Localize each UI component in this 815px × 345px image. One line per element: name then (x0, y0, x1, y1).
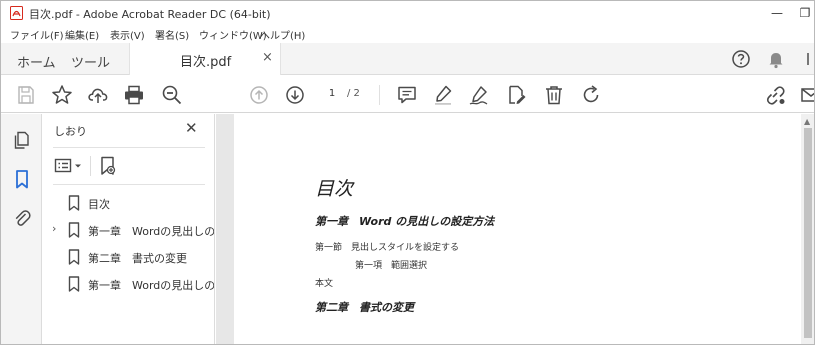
tab-document[interactable]: 目次.pdf × (129, 43, 281, 75)
document-heading: 目次 (315, 178, 354, 200)
navigation-rail (1, 114, 42, 344)
save-icon[interactable] (14, 83, 38, 107)
tab-close-button[interactable]: × (262, 50, 273, 65)
bookmark-icon (68, 249, 80, 265)
panel-close-button[interactable]: ✕ (185, 119, 198, 137)
vertical-scrollbar[interactable]: ▲ (801, 114, 814, 344)
rotate-icon[interactable] (579, 83, 603, 107)
menu-help[interactable]: ヘルプ(H) (260, 27, 305, 42)
bookmarks-panel-title: しおり (54, 125, 87, 138)
page-number-input[interactable]: 1 (319, 84, 345, 104)
mail-icon[interactable] (799, 83, 815, 107)
draw-freeform-icon[interactable] (467, 83, 491, 107)
menu-edit[interactable]: 編集(E) (65, 27, 99, 42)
bookmark-label: 第二章 書式の変更 (88, 252, 187, 265)
overflow-edge-icon (807, 53, 809, 65)
document-viewer[interactable]: 目次 第一章 Word の見出しの設定方法 第一節 見出しスタイルを設定する 第… (216, 114, 801, 344)
bookmark-item[interactable]: 目次 (43, 190, 214, 216)
help-icon[interactable] (730, 48, 752, 70)
bookmark-label: 第一章 Wordの見出しの設 (88, 279, 215, 292)
pdf-page[interactable]: 目次 第一章 Word の見出しの設定方法 第一節 見出しスタイルを設定する 第… (234, 114, 801, 344)
highlight-pen-icon[interactable] (431, 83, 455, 107)
bookmarks-panel: しおり ✕ 目次 › 第一章 Wordの見出しの設 第二章 書式の変更 第一章 … (43, 114, 215, 344)
title-bar: 目次.pdf - Adobe Acrobat Reader DC (64-bit… (1, 1, 814, 25)
bookmark-item[interactable]: › 第一章 Wordの見出しの設 (43, 217, 215, 243)
document-subsection-line: 第一項 範囲選択 (355, 261, 428, 271)
new-bookmark-icon[interactable] (98, 155, 118, 177)
toolbar-divider (379, 85, 380, 105)
cloud-upload-icon[interactable] (86, 83, 110, 107)
bookmark-icon (68, 276, 80, 292)
document-chapter-line: 第一章 Word の見出しの設定方法 (315, 215, 495, 228)
zoom-out-icon[interactable] (160, 83, 184, 107)
bookmark-star-icon[interactable] (50, 83, 74, 107)
panel-divider (53, 184, 205, 185)
document-section-line: 第一節 見出しスタイルを設定する (315, 243, 460, 253)
scrollbar-thumb[interactable] (804, 128, 812, 338)
page-thumbnails-icon[interactable] (11, 129, 33, 151)
notification-bell-icon[interactable] (765, 48, 787, 70)
panel-divider (53, 147, 205, 148)
bookmark-options-icon[interactable] (54, 155, 84, 177)
bookmark-label: 目次 (88, 198, 110, 211)
bookmark-item[interactable]: 第一章 Wordの見出しの設 (43, 271, 215, 297)
menu-window[interactable]: ウィンドウ(W) (199, 27, 267, 42)
menu-file[interactable]: ファイル(F) (10, 27, 64, 42)
previous-page-icon[interactable] (247, 83, 271, 107)
main-toolbar: 1 / 2 (1, 76, 815, 113)
bookmark-icon (68, 195, 80, 211)
panel-toolbar-divider (90, 156, 91, 176)
bookmarks-icon[interactable] (11, 168, 33, 190)
tab-tools[interactable]: ツール (71, 52, 110, 71)
delete-icon[interactable] (542, 83, 566, 107)
acrobat-window: 目次.pdf - Adobe Acrobat Reader DC (64-bit… (0, 0, 815, 345)
fill-sign-icon[interactable] (504, 83, 528, 107)
bookmark-item[interactable]: 第二章 書式の変更 (43, 244, 214, 270)
window-title: 目次.pdf - Adobe Acrobat Reader DC (64-bit… (29, 8, 271, 21)
menu-sign[interactable]: 署名(S) (155, 27, 189, 42)
minimize-button[interactable]: — (767, 4, 787, 22)
share-link-icon[interactable] (763, 83, 787, 107)
tab-home[interactable]: ホーム (17, 52, 56, 71)
scroll-up-arrow-icon[interactable]: ▲ (804, 117, 810, 126)
comment-icon[interactable] (395, 83, 419, 107)
page-total-label: / 2 (347, 88, 360, 99)
expand-chevron-icon[interactable]: › (52, 222, 56, 235)
next-page-icon[interactable] (283, 83, 307, 107)
tab-document-label: 目次.pdf (180, 55, 232, 70)
pdf-app-icon (10, 6, 23, 20)
print-icon[interactable] (122, 83, 146, 107)
document-chapter-line: 第二章 書式の変更 (315, 301, 414, 314)
menu-view[interactable]: 表示(V) (110, 27, 145, 42)
bookmark-label: 第一章 Wordの見出しの設 (88, 225, 215, 238)
tab-bar: ホーム ツール 目次.pdf × (1, 43, 814, 75)
restore-button[interactable]: ❐ (795, 4, 814, 22)
attachments-icon[interactable] (11, 207, 33, 229)
menu-bar: ファイル(F) 編集(E) 表示(V) 署名(S) ウィンドウ(W) ヘルプ(H… (1, 25, 814, 43)
document-body-line: 本文 (315, 279, 334, 289)
bookmark-icon (68, 222, 80, 238)
